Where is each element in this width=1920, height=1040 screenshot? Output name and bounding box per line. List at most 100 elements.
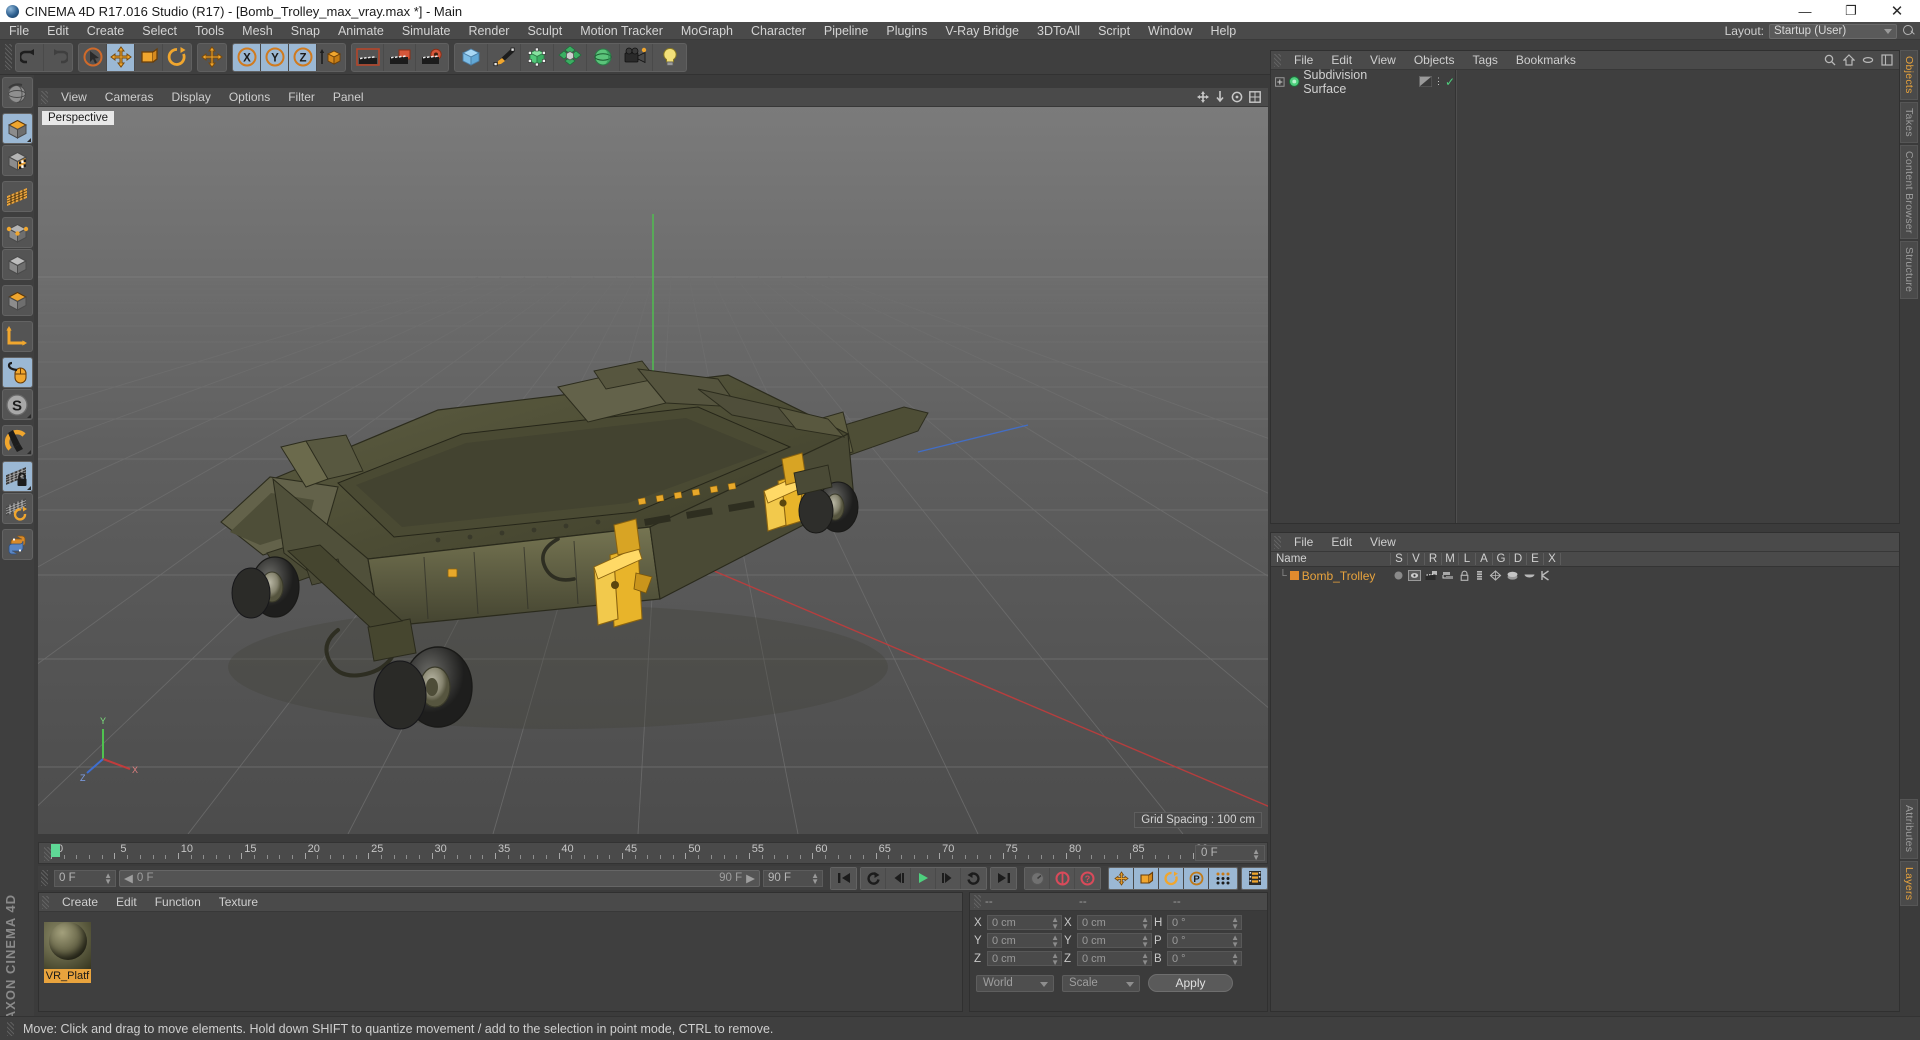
stepper-icon[interactable]: ▲ ▼ — [1141, 916, 1149, 931]
add-scene-button[interactable] — [587, 43, 620, 71]
lock-z-button[interactable]: Z — [289, 43, 317, 71]
play-button[interactable] — [911, 867, 936, 889]
workplane-align-button[interactable] — [1, 493, 33, 524]
material-chip-vr-platf[interactable]: VR_Platf — [44, 921, 91, 983]
current-frame-field[interactable]: 0 F ▲ ▼ — [54, 869, 116, 887]
size-z-field[interactable]: 0 cm ▲ ▼ — [1077, 951, 1152, 967]
toolbar-grip[interactable] — [5, 44, 12, 70]
menu-item-create[interactable]: Create — [78, 22, 134, 40]
lock-workplane-button[interactable] — [1, 461, 33, 492]
go-to-start-button[interactable] — [831, 867, 856, 889]
layer-manager-menu-view[interactable]: View — [1361, 535, 1405, 549]
menu-item-tools[interactable]: Tools — [186, 22, 233, 40]
layer-manager-body[interactable]: Name S V R M L A G D E X └ Bomb_Trolley — [1271, 552, 1899, 1011]
layer-color-swatch[interactable] — [1289, 571, 1299, 580]
object-manager-menu-bookmarks[interactable]: Bookmarks — [1507, 53, 1585, 67]
menu-item-edit[interactable]: Edit — [38, 22, 78, 40]
timeline-playhead[interactable] — [51, 844, 60, 857]
rotation-b-field[interactable]: 0 ° ▲ ▼ — [1167, 951, 1242, 967]
edge-tab-content-browser[interactable]: Content Browser — [1900, 144, 1918, 240]
object-axis-button[interactable] — [1, 285, 33, 316]
viewport-grip[interactable] — [41, 90, 48, 104]
move-tool-button[interactable] — [107, 43, 135, 71]
stepper-icon[interactable]: ▲ ▼ — [1051, 916, 1059, 931]
world-coord-button[interactable] — [317, 44, 345, 71]
3d-viewport[interactable]: Perspective Grid Spacing : 100 cm Y X Z — [38, 107, 1268, 834]
layer-column-v[interactable]: V — [1408, 553, 1425, 565]
material-menu-texture[interactable]: Texture — [210, 895, 267, 909]
layer-manager-grip[interactable] — [1274, 535, 1281, 549]
deformer-toggle-icon[interactable] — [1506, 570, 1519, 581]
key-position-button[interactable] — [1109, 867, 1134, 889]
layer-column-d[interactable]: D — [1510, 553, 1527, 565]
layer-column-r[interactable]: R — [1425, 553, 1442, 565]
transform-mode-dropdown[interactable]: Scale — [1062, 974, 1140, 992]
lock-toggle-icon[interactable] — [1459, 570, 1470, 581]
object-manager-menu-file[interactable]: File — [1285, 53, 1322, 67]
edge-tab-takes[interactable]: Takes — [1900, 101, 1918, 143]
move-viewport-icon[interactable] — [1197, 91, 1209, 103]
step-forward-button[interactable] — [936, 867, 961, 889]
menu-item-mesh[interactable]: Mesh — [233, 22, 282, 40]
viewport-menu-panel[interactable]: Panel — [324, 90, 373, 104]
transport-grip[interactable] — [41, 870, 48, 886]
key-rotation-button[interactable] — [1159, 867, 1184, 889]
menu-item-window[interactable]: Window — [1139, 22, 1201, 40]
visible-toggle-icon[interactable] — [1408, 570, 1421, 581]
object-manager-empty-area[interactable] — [1456, 70, 1899, 523]
dot-handle-icon[interactable]: ⋮ — [1434, 77, 1443, 86]
panel-icon[interactable] — [1881, 54, 1893, 66]
phong-tag-icon[interactable] — [1418, 76, 1432, 87]
menu-item-select[interactable]: Select — [133, 22, 186, 40]
edge-tab-objects[interactable]: Objects — [1900, 50, 1918, 100]
position-x-field[interactable]: 0 cm ▲ ▼ — [987, 915, 1062, 931]
layer-column-m[interactable]: M — [1442, 553, 1459, 565]
expand-plus-icon[interactable] — [1275, 76, 1285, 87]
render-settings-button[interactable] — [416, 44, 448, 71]
menu-item-snap[interactable]: Snap — [282, 22, 329, 40]
viewport-menu-display[interactable]: Display — [162, 90, 219, 104]
position-z-field[interactable]: 0 cm ▲ ▼ — [987, 951, 1062, 967]
stepper-icon[interactable]: ▲ ▼ — [1252, 848, 1260, 862]
object-tree[interactable]: Subdivision Surface ⋮ ✓ — [1271, 68, 1456, 523]
layer-column-x[interactable]: X — [1544, 553, 1561, 565]
record-active-objects-button[interactable] — [1050, 867, 1075, 889]
size-x-field[interactable]: 0 cm ▲ ▼ — [1077, 915, 1152, 931]
menu-item-sculpt[interactable]: Sculpt — [518, 22, 571, 40]
material-menu-create[interactable]: Create — [53, 895, 107, 909]
add-light-button[interactable] — [653, 44, 686, 71]
menu-item-file[interactable]: File — [0, 22, 38, 40]
material-menu-edit[interactable]: Edit — [107, 895, 146, 909]
layer-column-name[interactable]: Name — [1271, 553, 1391, 565]
rotate-viewport-icon[interactable] — [1231, 91, 1243, 103]
viewport-menu-filter[interactable]: Filter — [279, 90, 324, 104]
close-button[interactable]: ✕ — [1874, 0, 1920, 22]
maximize-viewport-icon[interactable] — [1249, 91, 1261, 103]
end-frame-field[interactable]: 90 F ▲ ▼ — [763, 869, 823, 887]
coordinate-system-dropdown[interactable]: World — [976, 974, 1054, 992]
menu-item-script[interactable]: Script — [1089, 22, 1139, 40]
render-view-button[interactable] — [352, 43, 384, 71]
timeline-ruler-panel[interactable]: 051015202530354045505560657075808590 0 F… — [38, 842, 1268, 864]
solo-toggle-icon[interactable] — [1393, 570, 1404, 581]
size-y-field[interactable]: 0 cm ▲ ▼ — [1077, 933, 1152, 949]
playback-speed-button[interactable] — [1025, 867, 1050, 889]
key-parameter-button[interactable]: P — [1184, 867, 1209, 889]
scale-viewport-icon[interactable] — [1215, 91, 1225, 103]
timeline-grip[interactable] — [44, 847, 51, 861]
layer-column-s[interactable]: S — [1391, 553, 1408, 565]
menu-item-help[interactable]: Help — [1202, 22, 1246, 40]
menu-item-pipeline[interactable]: Pipeline — [815, 22, 877, 40]
viewport-menu-view[interactable]: View — [52, 90, 96, 104]
material-menu-function[interactable]: Function — [146, 895, 210, 909]
texture-mode-button[interactable] — [1, 145, 33, 176]
timeline-button[interactable] — [1242, 867, 1267, 889]
material-manager-grip[interactable] — [42, 895, 49, 909]
menu-item-animate[interactable]: Animate — [329, 22, 393, 40]
lock-y-button[interactable]: Y — [261, 43, 289, 71]
xpresso-toggle-icon[interactable] — [1540, 570, 1551, 581]
object-manager-menu-view[interactable]: View — [1361, 53, 1405, 67]
position-y-field[interactable]: 0 cm ▲ ▼ — [987, 933, 1062, 949]
rotation-h-field[interactable]: 0 ° ▲ ▼ — [1167, 915, 1242, 931]
stepper-icon[interactable]: ▲ ▼ — [1231, 952, 1239, 967]
